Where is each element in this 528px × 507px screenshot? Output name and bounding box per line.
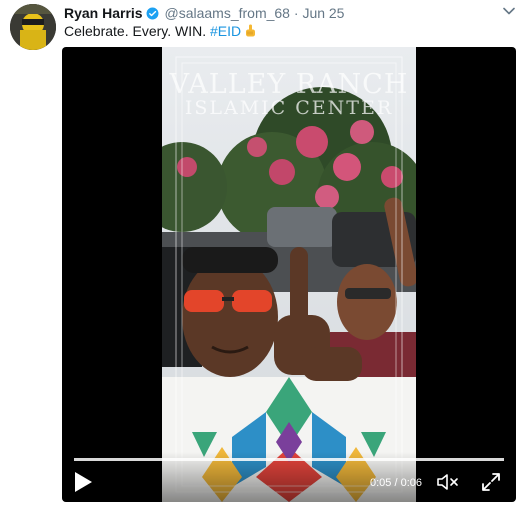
tweet-header: Ryan Harris @salaams_from_68 · Jun 25 [64,4,344,24]
author-name[interactable]: Ryan Harris [64,5,143,21]
tweet[interactable]: Ryan Harris @salaams_from_68 · Jun 25 Ce… [0,0,528,507]
hashtag-link[interactable]: #EID [210,23,241,39]
avatar[interactable] [10,4,56,50]
pointing-up-hand-icon [244,23,257,37]
progress-bar[interactable] [74,458,504,461]
watermark-line-1: VALLEY RANCH [169,69,409,100]
time-display: 0:05 / 0:06 [370,477,422,489]
tweet-text: Celebrate. Every. WIN. #EID [64,22,257,40]
play-icon[interactable] [72,470,94,494]
author-handle[interactable]: @salaams_from_68 [164,5,290,21]
watermark-line-2: ISLAMIC CENTER [184,97,394,119]
mute-icon[interactable] [436,471,460,493]
tweet-date[interactable]: Jun 25 [302,5,344,21]
video-player[interactable]: VALLEY RANCH ISLAMIC CENTER 0:05 / 0:06 [62,47,516,502]
video-frame[interactable]: VALLEY RANCH ISLAMIC CENTER [162,47,416,502]
separator-dot: · [293,5,299,21]
video-controls: 0:05 / 0:06 [62,452,516,502]
chevron-down-icon[interactable] [502,4,516,18]
fullscreen-icon[interactable] [480,471,502,493]
tweet-body: Celebrate. Every. WIN. [64,23,207,39]
